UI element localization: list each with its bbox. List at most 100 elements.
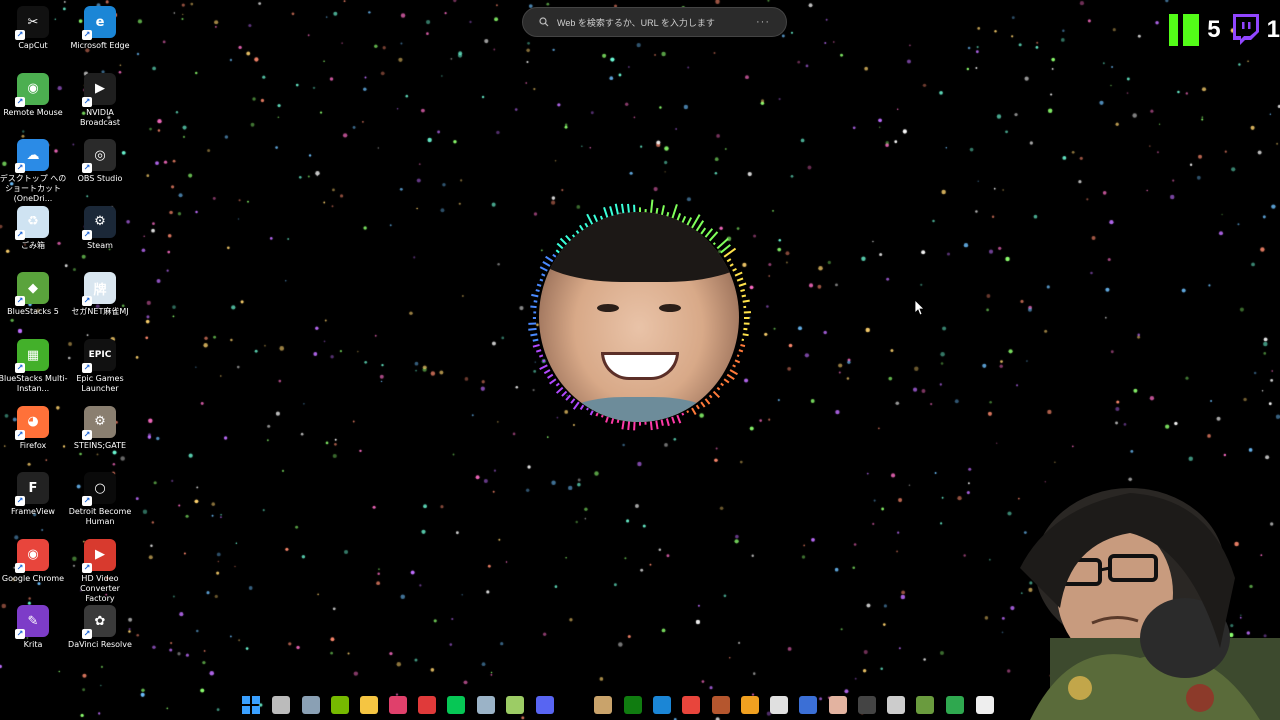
more-options-icon[interactable]: ··· [756, 16, 770, 28]
audio-visualizer-avatar [525, 198, 755, 438]
remote-mouse-icon: ◉ ↗ [15, 72, 49, 107]
krita-icon: ✎ ↗ [15, 605, 49, 640]
chrome-icon: ◉ ↗ [15, 538, 49, 573]
shortcut-arrow-icon: ↗ [82, 562, 92, 573]
taskbar-v-app-icon[interactable] [506, 696, 524, 714]
shortcut-arrow-icon: ↗ [15, 229, 25, 240]
desktop-icon-obs[interactable]: ◎ ↗ OBS Studio [67, 139, 133, 205]
desktop-icon-label: STEINS;GATE [73, 440, 127, 450]
frameview-icon: F ↗ [15, 472, 49, 507]
shortcut-arrow-icon: ↗ [15, 30, 25, 40]
taskbar-xbox-icon[interactable] [624, 696, 642, 714]
taskbar-app-g-icon[interactable] [858, 696, 876, 714]
taskbar-start-icon[interactable] [242, 696, 260, 714]
taskbar-capcut-tb-icon[interactable] [976, 696, 994, 714]
kick-viewer-count: 5 [1207, 16, 1221, 43]
desktop-icon-label: Microsoft Edge [70, 41, 130, 50]
desktop-icon-onedrive-shortcut[interactable]: ☁ ↗ デスクトップ へのショートカット (OneDri... [0, 139, 66, 205]
taskbar-task-view-icon[interactable] [272, 696, 290, 714]
taskbar-edge-tb-icon[interactable] [653, 696, 671, 714]
avatar-face-image [539, 212, 739, 422]
desktop-icon-frameview[interactable]: F ↗ FrameView [0, 472, 66, 538]
shortcut-arrow-icon: ↗ [15, 96, 25, 107]
desktop-icon-label: FrameView [11, 507, 55, 517]
desktop-icon-nvidia-broadcast[interactable]: ▶ ↗ NVIDIA Broadcast [67, 72, 133, 139]
desktop-icon-label: デスクトップ へのショートカット (OneDri... [0, 174, 67, 204]
steins-gate-icon: ⚙ ↗ [82, 405, 116, 440]
mouse-cursor-icon [915, 300, 925, 316]
desktop-icon-label: BlueStacks 5 [7, 307, 59, 317]
desktop-icon-label: Steam [87, 240, 113, 250]
desktop-icon-steins-gate[interactable]: ⚙ ↗ STEINS;GATE [67, 405, 133, 472]
taskbar-explorer-icon[interactable] [360, 696, 378, 714]
taskbar-discord-icon[interactable] [536, 696, 554, 714]
search-placeholder: Web を検索するか、URL を入力します [557, 17, 715, 28]
shortcut-arrow-icon: ↗ [82, 96, 92, 107]
kick-logo-icon [1169, 14, 1200, 46]
twitch-logo-icon [1232, 14, 1259, 45]
taskbar-line-icon[interactable] [447, 696, 465, 714]
shortcut-arrow-icon: ↗ [15, 163, 25, 174]
taskbar-app-f-icon[interactable] [829, 696, 847, 714]
capcut-icon: ✂ ↗ [15, 6, 49, 40]
taskbar-app-h-icon[interactable] [887, 696, 905, 714]
desktop-icon-label: NVIDIA Broadcast [79, 107, 121, 127]
nvidia-broadcast-icon: ▶ ↗ [82, 72, 116, 107]
desktop-icon-detroit[interactable]: ○ ↗ Detroit Become Human [67, 472, 133, 538]
desktop-icon-steam[interactable]: ⚙ ↗ Steam [67, 205, 133, 272]
desktop-icon-label: Google Chrome [1, 573, 65, 583]
taskbar-app-e-icon[interactable] [799, 696, 817, 714]
search-icon [539, 17, 549, 27]
taskbar-minecraft-icon[interactable] [916, 696, 934, 714]
desktop-icon-davinci[interactable]: ✿ ↗ DaVinci Resolve [67, 605, 133, 671]
desktop-icon-krita[interactable]: ✎ ↗ Krita [0, 605, 66, 671]
viewer-count-overlay: 5 1 [1169, 10, 1280, 50]
desktop-icon-edge[interactable]: e ↗ Microsoft Edge [67, 6, 133, 72]
desktop-icon-capcut[interactable]: ✂ ↗ CapCut [0, 6, 66, 72]
desktop-icon-label: HD Video Converter Factory [80, 573, 120, 603]
onedrive-shortcut-icon: ☁ ↗ [15, 139, 49, 174]
desktop-icon-sega-mj[interactable]: 牌 ↗ セガNET麻雀MJ [67, 272, 133, 338]
taskbar-app-a-icon[interactable] [594, 696, 612, 714]
taskbar-app-b-icon[interactable] [712, 696, 730, 714]
desktop-icon-epic[interactable]: EPIC ↗ Epic Games Launcher [67, 339, 133, 405]
desktop-icon-label: Epic Games Launcher [76, 374, 124, 393]
desktop-icon-label: OBS Studio [77, 174, 123, 184]
shortcut-arrow-icon: ↗ [82, 629, 92, 640]
shortcut-arrow-icon: ↗ [15, 496, 25, 507]
taskbar-lips-icon[interactable] [389, 696, 407, 714]
desktop-icon-chrome[interactable]: ◉ ↗ Google Chrome [0, 538, 66, 605]
desktop-icon-firefox[interactable]: ◕ ↗ Firefox [0, 405, 66, 472]
taskbar-app-c-icon[interactable] [741, 696, 759, 714]
taskbar [0, 690, 1280, 720]
shortcut-arrow-icon: ↗ [15, 429, 25, 440]
desktop-icon-hd-video[interactable]: ▶ ↗ HD Video Converter Factory [67, 538, 133, 605]
shortcut-arrow-icon: ↗ [82, 296, 92, 307]
desktop-icon-recycle-bin[interactable]: ♻ ↗ ごみ箱 [0, 205, 66, 272]
shortcut-arrow-icon: ↗ [15, 363, 25, 373]
shortcut-arrow-icon: ↗ [82, 363, 92, 373]
obs-icon: ◎ ↗ [82, 139, 116, 174]
desktop-icon-remote-mouse[interactable]: ◉ ↗ Remote Mouse [0, 72, 66, 139]
taskbar-network-icon[interactable] [477, 696, 495, 714]
steam-icon: ⚙ ↗ [82, 205, 116, 240]
hd-video-icon: ▶ ↗ [82, 538, 116, 573]
desktop-icon-label: ごみ箱 [21, 240, 45, 250]
taskbar-chrome-tb-icon[interactable] [682, 696, 700, 714]
taskbar-nvidia-tb-icon[interactable] [331, 696, 349, 714]
taskbar-app-i-icon[interactable] [946, 696, 964, 714]
epic-icon: EPIC ↗ [82, 339, 116, 373]
taskbar-steam-tb-icon[interactable] [302, 696, 320, 714]
bluestacks-multi-icon: ▦ ↗ [15, 339, 49, 373]
shortcut-arrow-icon: ↗ [82, 496, 92, 507]
desktop-icon-bluestacks5[interactable]: ◆ ↗ BlueStacks 5 [0, 272, 66, 338]
taskbar-app-d-icon[interactable] [770, 696, 788, 714]
desktop-icon-label: Krita [23, 640, 43, 650]
edge-icon: e ↗ [82, 6, 116, 40]
edge-search-bar[interactable]: Web を検索するか、URL を入力します ··· [522, 7, 787, 37]
desktop-icon-label: Detroit Become Human [68, 507, 132, 527]
desktop-icon-bluestacks-multi[interactable]: ▦ ↗ BlueStacks Multi-Instan... [0, 339, 68, 405]
desktop-icon-label: CapCut [18, 41, 48, 50]
taskbar-record-icon[interactable] [418, 696, 436, 714]
bluestacks5-icon: ◆ ↗ [15, 272, 49, 307]
